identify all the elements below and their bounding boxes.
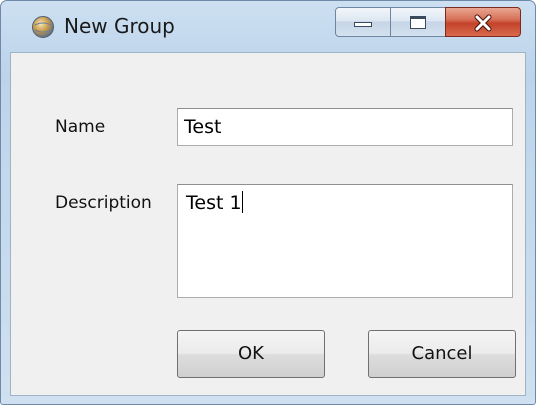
window-title: New Group xyxy=(64,14,175,38)
maximize-button[interactable] xyxy=(390,7,446,37)
minimize-icon xyxy=(354,22,372,27)
name-label: Name xyxy=(55,117,106,137)
description-label: Description xyxy=(55,193,152,213)
dialog-body: Name Test Description Test 1 OK Cancel xyxy=(10,52,526,396)
description-field-value: Test 1 xyxy=(186,192,242,214)
ok-button[interactable]: OK xyxy=(177,330,325,378)
cancel-button[interactable]: Cancel xyxy=(368,330,516,378)
maximize-icon xyxy=(410,16,426,29)
close-icon xyxy=(474,14,492,32)
new-group-dialog: New Group Name Test Description Test 1 O… xyxy=(0,0,536,405)
title-bar[interactable]: New Group xyxy=(1,1,535,53)
globe-app-icon xyxy=(32,16,54,38)
minimize-button[interactable] xyxy=(335,7,391,37)
text-cursor xyxy=(241,191,243,213)
name-field[interactable]: Test xyxy=(177,108,513,146)
name-field-value: Test xyxy=(184,116,222,138)
description-field[interactable]: Test 1 xyxy=(177,184,513,298)
close-button[interactable] xyxy=(445,7,521,37)
